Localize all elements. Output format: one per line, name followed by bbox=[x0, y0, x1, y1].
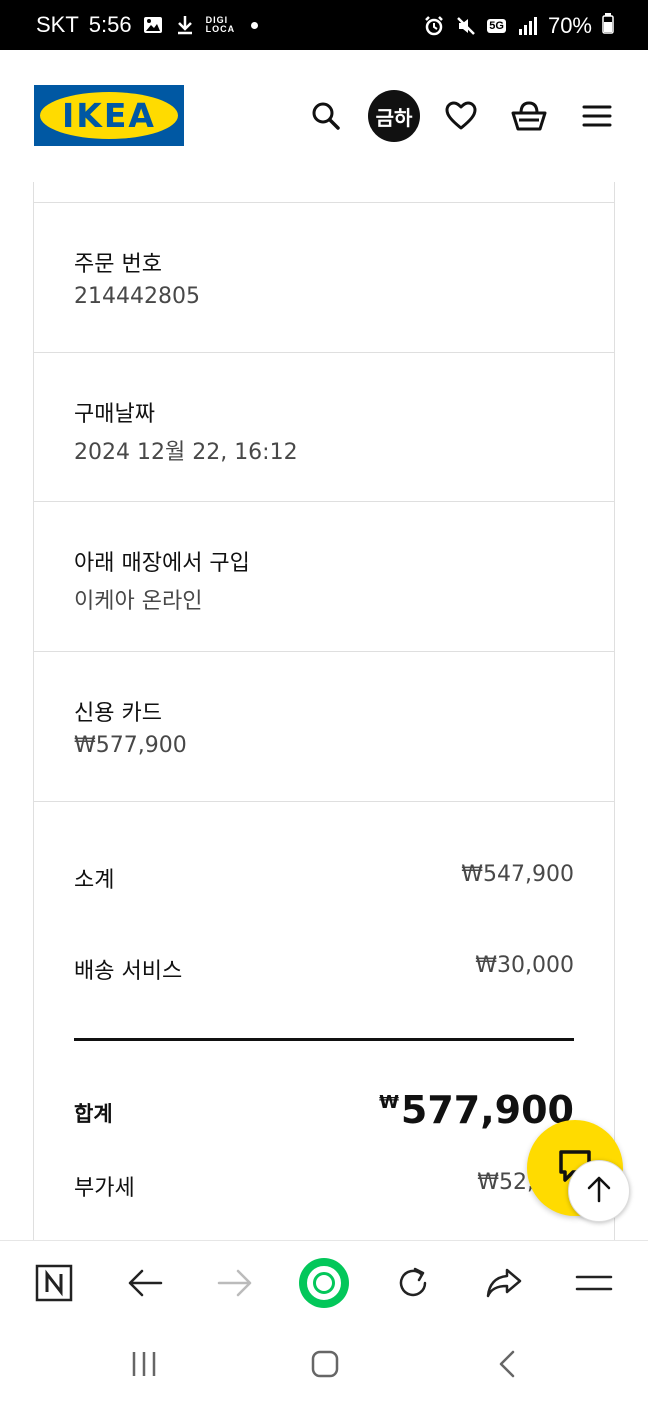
payment-section: 신용 카드 ₩577,900 bbox=[34, 651, 614, 801]
purchase-date-value: 2024 12월 22, 16:12 bbox=[74, 440, 298, 465]
store-value: 이케아 온라인 bbox=[74, 589, 203, 614]
home-icon[interactable] bbox=[296, 1255, 352, 1311]
naver-icon[interactable] bbox=[30, 1259, 78, 1307]
total-value: ₩577,900 bbox=[379, 1088, 574, 1132]
subtotal-value: ₩547,900 bbox=[461, 862, 574, 887]
signal-icon bbox=[516, 15, 538, 37]
arrow-up-icon bbox=[586, 1175, 612, 1208]
total-label: 합계 bbox=[74, 1102, 113, 1126]
vat-value: ₩52, bbox=[477, 1170, 534, 1195]
status-bar: SKT 5:56 DIGI LOCA 5G 70% bbox=[0, 0, 648, 50]
order-number-section: 주문 번호 214442805 bbox=[34, 202, 614, 352]
order-details-card: 주문 번호 214442805 구매날짜 2024 12월 22, 16:12 … bbox=[33, 182, 615, 1240]
browser-toolbar bbox=[0, 1240, 648, 1324]
site-header: IKEA 금하 bbox=[0, 50, 648, 182]
purchase-date-section: 구매날짜 2024 12월 22, 16:12 bbox=[34, 352, 614, 502]
forward-arrow-icon[interactable] bbox=[211, 1259, 259, 1307]
vat-row: 부가세 ₩52, bbox=[74, 1170, 574, 1202]
back-arrow-icon[interactable] bbox=[121, 1259, 169, 1307]
total-currency: ₩ bbox=[379, 1092, 399, 1113]
mute-icon bbox=[455, 15, 477, 37]
gallery-icon bbox=[142, 14, 164, 36]
delivery-label: 배송 서비스 bbox=[74, 959, 183, 984]
network-5g-icon: 5G bbox=[487, 19, 506, 33]
battery-label: 70% bbox=[547, 13, 592, 38]
menu-icon[interactable] bbox=[571, 90, 623, 142]
logo-text: IKEA bbox=[62, 96, 156, 135]
home-button-icon[interactable] bbox=[305, 1344, 345, 1384]
scroll-to-top-button[interactable] bbox=[568, 1160, 630, 1222]
store-label: 아래 매장에서 구입 bbox=[74, 551, 250, 576]
browser-menu-icon[interactable] bbox=[570, 1259, 618, 1307]
vat-label: 부가세 bbox=[74, 1176, 135, 1201]
payment-amount: ₩577,900 bbox=[74, 733, 187, 758]
order-number-label: 주문 번호 bbox=[74, 252, 162, 277]
download-icon bbox=[174, 14, 196, 36]
recent-apps-icon[interactable] bbox=[124, 1344, 164, 1384]
search-icon[interactable] bbox=[300, 90, 352, 142]
subtotal-row: 소계 ₩547,900 bbox=[74, 862, 574, 894]
system-back-icon[interactable] bbox=[487, 1344, 527, 1384]
store-section: 아래 매장에서 구입 이케아 온라인 bbox=[34, 501, 614, 651]
delivery-row: 배송 서비스 ₩30,000 bbox=[74, 953, 574, 985]
share-icon[interactable] bbox=[480, 1259, 528, 1307]
battery-icon bbox=[602, 12, 614, 40]
clock: 5:56 bbox=[88, 12, 132, 37]
system-navigation-bar bbox=[0, 1324, 648, 1404]
subtotal-label: 소계 bbox=[74, 868, 115, 893]
delivery-value: ₩30,000 bbox=[475, 953, 574, 978]
order-number-value: 214442805 bbox=[74, 284, 200, 309]
heart-icon[interactable] bbox=[435, 90, 487, 142]
total-amount: 577,900 bbox=[400, 1088, 574, 1132]
digiloca-icon: DIGI LOCA bbox=[205, 15, 236, 34]
carrier-label: SKT bbox=[36, 12, 79, 37]
summary-divider bbox=[74, 1038, 574, 1041]
basket-icon[interactable] bbox=[503, 90, 555, 142]
alarm-icon bbox=[423, 15, 445, 37]
payment-method-label: 신용 카드 bbox=[74, 701, 162, 726]
refresh-icon[interactable] bbox=[389, 1259, 437, 1307]
notification-dot bbox=[251, 21, 259, 29]
purchase-date-label: 구매날짜 bbox=[74, 402, 155, 427]
store-badge[interactable]: 금하 bbox=[368, 90, 420, 142]
ikea-logo[interactable]: IKEA bbox=[34, 85, 184, 146]
